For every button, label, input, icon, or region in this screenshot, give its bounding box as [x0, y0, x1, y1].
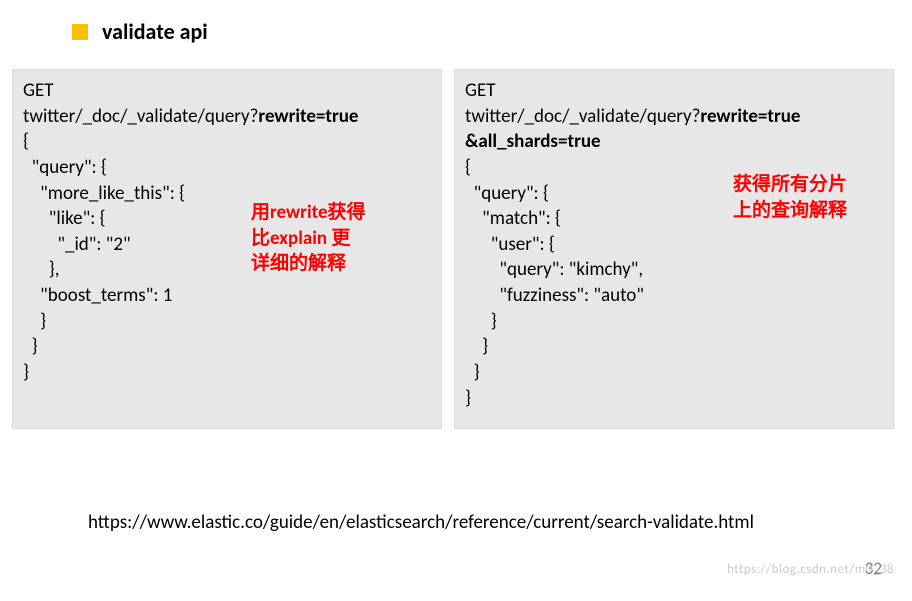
- annotation-all-shards: 获得所有分片 上的查询解释: [733, 172, 903, 223]
- code-line: }: [465, 360, 883, 386]
- slide-header: validate api: [0, 0, 912, 45]
- anno-text: 比: [251, 227, 270, 250]
- code-line: }: [465, 386, 883, 412]
- code-line: "fuzziness": "auto": [465, 283, 883, 309]
- code-block-left: GET twitter/_doc/_validate/query?rewrite…: [12, 69, 442, 429]
- http-param-rewrite: rewrite=true: [258, 105, 358, 128]
- annotation-line: 获得所有分片: [733, 172, 903, 198]
- annotation-line: 比explain 更: [251, 226, 431, 252]
- anno-text: 更: [331, 227, 350, 250]
- bullet-icon: [72, 24, 88, 40]
- http-method-line: GET: [465, 78, 883, 104]
- code-line: }: [23, 309, 431, 335]
- http-param-all-shards: &all_shards=true: [465, 130, 601, 153]
- http-path-line-2: &all_shards=true: [465, 129, 883, 155]
- http-method: GET: [23, 79, 54, 102]
- code-line: "boost_terms": 1: [23, 283, 431, 309]
- annotation-line: 用rewrite获得: [251, 200, 431, 226]
- anno-keyword: rewrite: [270, 201, 328, 224]
- http-method-line: GET: [23, 78, 431, 104]
- code-line: }: [23, 334, 431, 360]
- slide-title: validate api: [102, 18, 208, 45]
- http-path-prefix: twitter/_doc/_validate/query?: [465, 105, 700, 128]
- http-path-line-1: twitter/_doc/_validate/query?rewrite=tru…: [465, 104, 883, 130]
- annotation-line: 上的查询解释: [733, 198, 903, 224]
- code-line: "query": "kimchy",: [465, 257, 883, 283]
- http-method: GET: [465, 79, 496, 102]
- anno-text: 用: [251, 201, 270, 224]
- http-path-line: twitter/_doc/_validate/query?rewrite=tru…: [23, 104, 431, 130]
- code-line: }: [465, 334, 883, 360]
- code-line: }: [23, 360, 431, 386]
- code-block-right: GET twitter/_doc/_validate/query?rewrite…: [454, 69, 894, 429]
- code-line: "user": {: [465, 232, 883, 258]
- content-columns: GET twitter/_doc/_validate/query?rewrite…: [0, 45, 912, 429]
- annotation-rewrite: 用rewrite获得 比explain 更 详细的解释: [251, 200, 431, 277]
- watermark: https://blog.csdn.net/m0_38: [727, 562, 894, 577]
- http-path-prefix: twitter/_doc/_validate/query?: [23, 105, 258, 128]
- code-line: {: [23, 129, 431, 155]
- anno-text: 获得: [328, 201, 366, 224]
- http-param-rewrite: rewrite=true: [700, 105, 800, 128]
- code-line: "query": {: [23, 155, 431, 181]
- annotation-line: 详细的解释: [251, 251, 431, 277]
- anno-keyword: explain: [270, 227, 331, 250]
- code-line: }: [465, 309, 883, 335]
- reference-url: https://www.elastic.co/guide/en/elastics…: [88, 510, 848, 536]
